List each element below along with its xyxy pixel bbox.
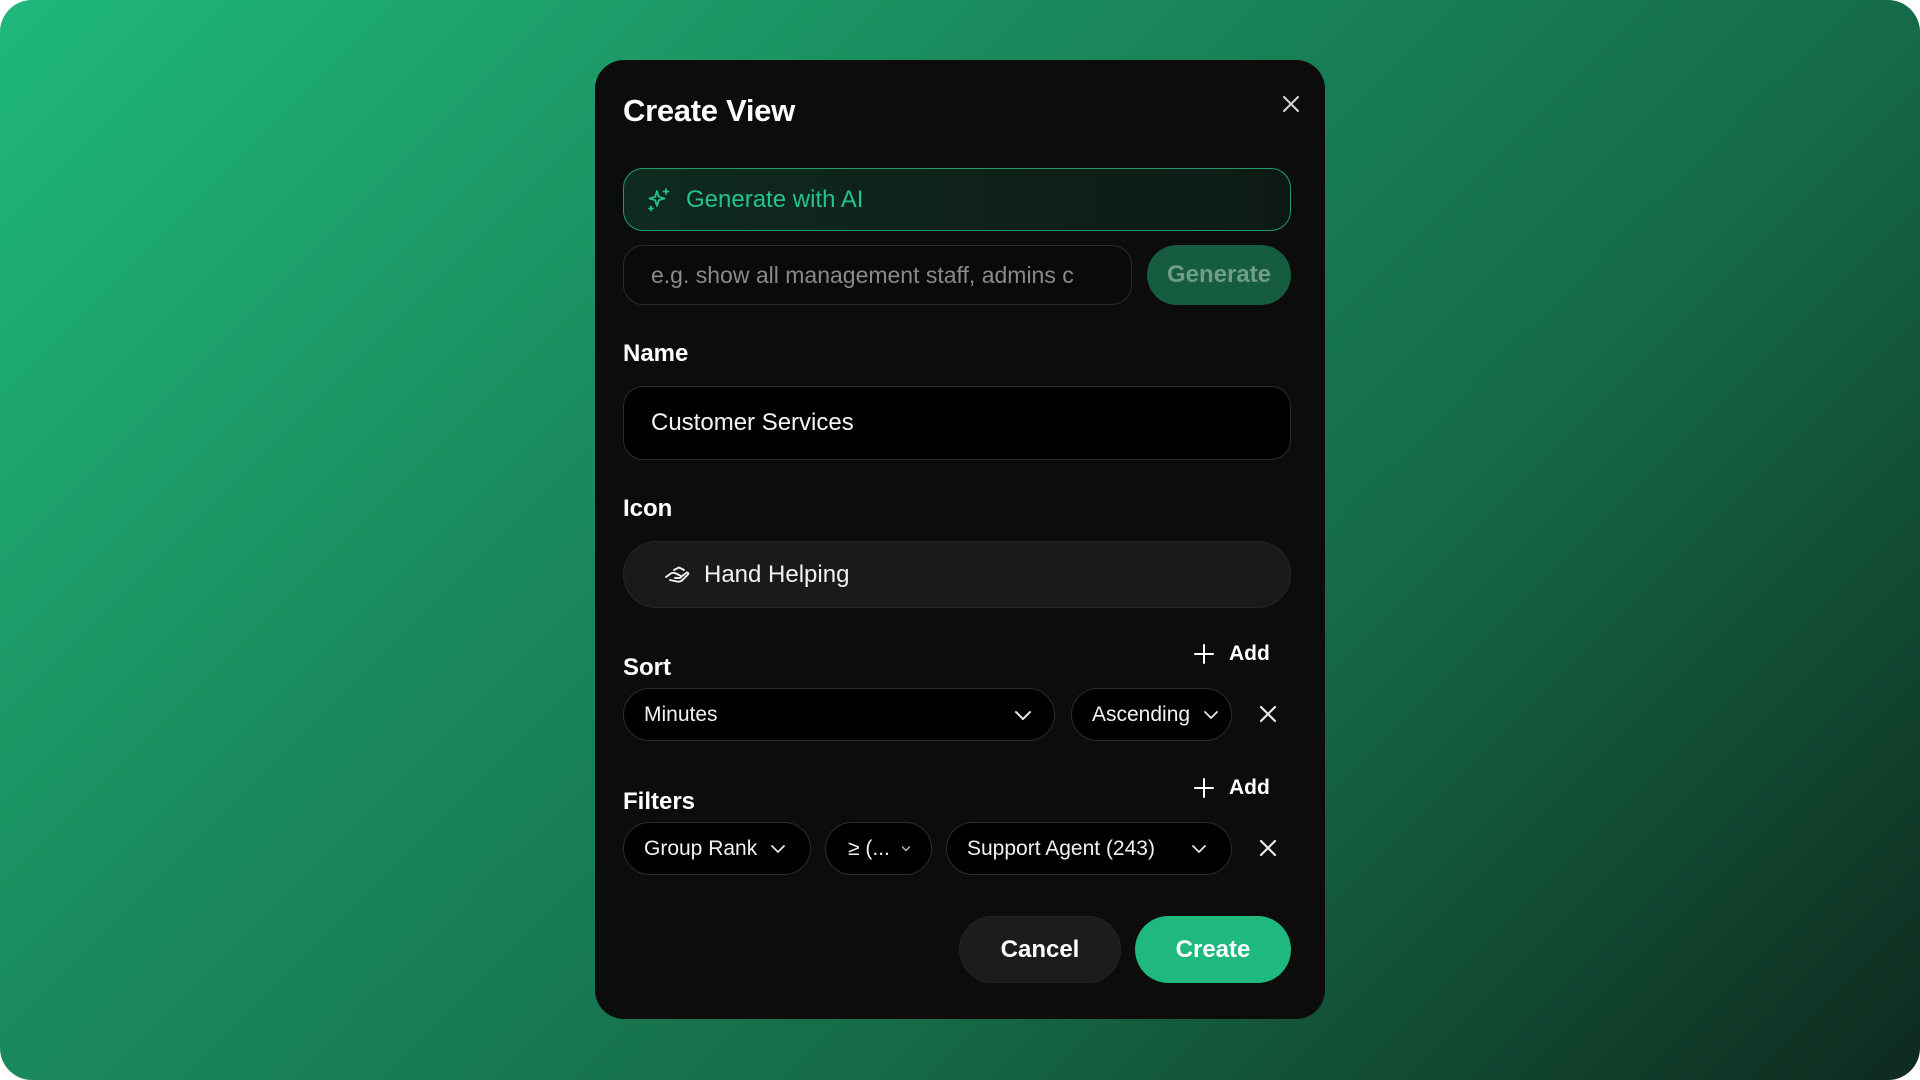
icon-select-value: Hand Helping: [704, 560, 850, 588]
create-button[interactable]: Create: [1135, 916, 1291, 983]
plus-icon: [1194, 644, 1214, 664]
add-sort-button[interactable]: Add: [1193, 637, 1293, 671]
sort-direction-value: Ascending: [1092, 702, 1191, 726]
sort-label: Sort: [623, 654, 671, 681]
generate-with-ai-label: Generate with AI: [686, 185, 864, 213]
generate-button[interactable]: Generate: [1147, 245, 1291, 305]
sparkles-icon: [648, 187, 670, 211]
chevron-down-icon: [1203, 710, 1219, 720]
generate-with-ai-toggle[interactable]: Generate with AI: [623, 168, 1291, 231]
icon-label: Icon: [623, 495, 673, 522]
create-view-modal: Create View Generate with AI Generate Na…: [595, 60, 1325, 1019]
x-icon: [1283, 96, 1299, 112]
filter-value-text: Support Agent (243): [967, 836, 1155, 860]
hand-helping-icon: [665, 566, 690, 583]
chevron-down-icon: [1191, 844, 1207, 854]
filter-operator-value: ≥ (...: [848, 836, 890, 860]
x-icon: [1259, 705, 1277, 723]
add-filter-label: Add: [1229, 776, 1270, 799]
ai-prompt-input[interactable]: [623, 245, 1132, 305]
chevron-down-icon: [1014, 709, 1032, 721]
sort-direction-select[interactable]: Ascending: [1071, 688, 1232, 741]
filters-label: Filters: [623, 788, 696, 815]
sort-field-value: Minutes: [644, 702, 718, 726]
plus-icon: [1194, 778, 1214, 798]
name-input[interactable]: [623, 386, 1291, 460]
filter-value-select[interactable]: Support Agent (243): [946, 822, 1232, 875]
modal-title: Create View: [623, 93, 795, 128]
add-sort-label: Add: [1229, 642, 1270, 665]
sort-field-select[interactable]: Minutes: [623, 688, 1055, 741]
chevron-down-icon: [901, 845, 911, 852]
name-label: Name: [623, 340, 689, 367]
x-icon: [1259, 839, 1277, 857]
remove-filter-button[interactable]: [1252, 832, 1284, 864]
close-button[interactable]: [1275, 88, 1307, 120]
add-filter-button[interactable]: Add: [1193, 771, 1293, 805]
filter-field-select[interactable]: Group Rank: [623, 822, 811, 875]
cancel-button[interactable]: Cancel: [959, 916, 1121, 983]
filter-operator-select[interactable]: ≥ (...: [825, 822, 932, 875]
remove-sort-button[interactable]: [1252, 698, 1284, 730]
chevron-down-icon: [770, 844, 786, 854]
icon-select[interactable]: Hand Helping: [623, 541, 1291, 608]
filter-field-value: Group Rank: [644, 836, 758, 860]
